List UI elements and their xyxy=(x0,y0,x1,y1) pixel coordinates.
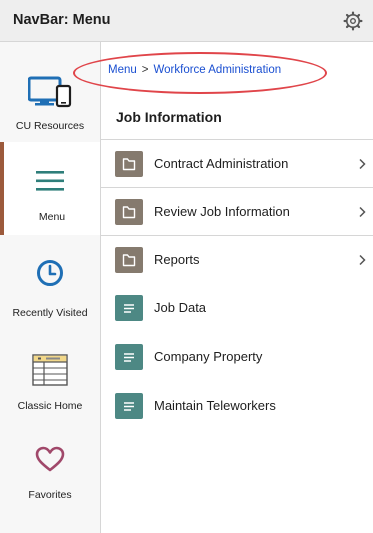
navbar-header: NavBar: Menu xyxy=(0,0,373,42)
page-icon xyxy=(115,393,143,419)
sidebar: CU Resources Menu Recently Visited Class… xyxy=(0,42,101,533)
menu-item-company-property[interactable]: Company Property xyxy=(101,333,373,381)
devices-icon xyxy=(28,76,72,108)
heart-icon xyxy=(35,446,65,472)
menu-item-reports[interactable]: Reports xyxy=(101,236,373,284)
folder-icon xyxy=(115,151,143,177)
panel-title: Job Information xyxy=(116,109,222,125)
sidebar-item-label: Classic Home xyxy=(17,400,83,412)
menu-item-label: Job Data xyxy=(154,300,207,315)
chevron-right-icon xyxy=(359,206,366,218)
sidebar-item-menu[interactable]: Menu xyxy=(0,142,100,235)
menu-item-review-job-information[interactable]: Review Job Information xyxy=(101,188,373,236)
navbar-title: NavBar: Menu xyxy=(13,12,111,28)
menu-item-maintain-teleworkers[interactable]: Maintain Teleworkers xyxy=(101,382,373,430)
menu-item-label: Review Job Information xyxy=(154,204,290,219)
hamburger-menu-icon xyxy=(36,171,65,191)
sidebar-item-label: Recently Visited xyxy=(12,307,88,319)
chevron-right-icon xyxy=(359,254,366,266)
page-icon xyxy=(115,344,143,370)
menu-item-label: Maintain Teleworkers xyxy=(154,398,276,413)
sidebar-item-classic-home[interactable]: Classic Home xyxy=(0,332,100,424)
sidebar-item-recently-visited[interactable]: Recently Visited xyxy=(0,238,100,330)
main-panel: Job Information Contract Administration … xyxy=(101,94,373,533)
sidebar-item-label: CU Resources xyxy=(15,120,85,132)
sidebar-item-label: Favorites xyxy=(28,489,72,501)
sidebar-item-label: Menu xyxy=(38,211,66,223)
classic-home-icon xyxy=(32,354,68,386)
folder-icon xyxy=(115,247,143,273)
menu-item-job-data[interactable]: Job Data xyxy=(101,284,373,332)
page-icon xyxy=(115,295,143,321)
sidebar-item-cu-resources[interactable]: CU Resources xyxy=(0,46,100,138)
chevron-right-icon xyxy=(359,158,366,170)
menu-item-label: Company Property xyxy=(154,349,263,364)
menu-item-contract-administration[interactable]: Contract Administration xyxy=(101,140,373,188)
clock-icon xyxy=(37,260,63,286)
gear-icon[interactable] xyxy=(343,11,363,31)
menu-item-label: Reports xyxy=(154,252,200,267)
sidebar-item-favorites[interactable]: Favorites xyxy=(0,426,100,518)
menu-item-label: Contract Administration xyxy=(154,156,289,171)
highlight-oval xyxy=(73,52,327,94)
folder-icon xyxy=(115,199,143,225)
